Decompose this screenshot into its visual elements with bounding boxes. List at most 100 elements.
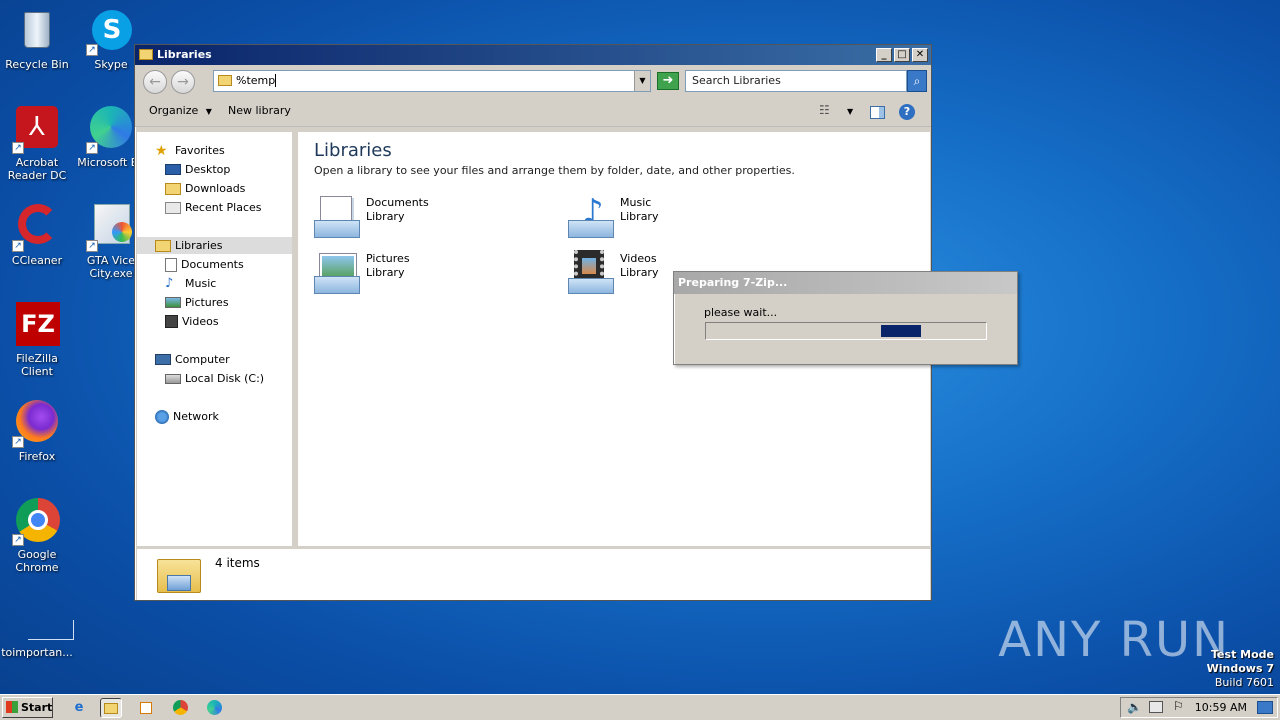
nav-label: Network bbox=[173, 410, 219, 423]
nav-item-videos[interactable]: Videos bbox=[165, 313, 219, 330]
library-type: Library bbox=[366, 266, 405, 279]
start-button[interactable]: Start bbox=[2, 697, 53, 718]
nav-item-favorites[interactable]: ★ Favorites bbox=[155, 142, 225, 159]
desktop-icon-label: Google Chrome bbox=[15, 548, 59, 574]
documents-icon bbox=[165, 257, 177, 272]
desktop-icon-acrobat[interactable]: ⅄ ↗ Acrobat Reader DC bbox=[0, 106, 74, 182]
nav-label: Recent Places bbox=[185, 201, 262, 214]
gta-icon: ↗ bbox=[86, 204, 134, 252]
desktop-icon-recycle-bin[interactable]: Recycle Bin bbox=[0, 8, 74, 71]
library-name: Music bbox=[620, 196, 652, 209]
address-dropdown-button[interactable]: ▼ bbox=[634, 71, 650, 91]
address-row: ← → %temp ▼ ➜ Search Libraries ⌕ bbox=[135, 65, 931, 95]
nav-item-documents[interactable]: Documents bbox=[165, 256, 244, 273]
view-options-icon[interactable]: ☷ bbox=[819, 103, 830, 117]
nav-item-music[interactable]: ♪ Music bbox=[165, 275, 216, 292]
library-type: Library bbox=[620, 210, 659, 223]
minimize-button[interactable]: _ bbox=[876, 48, 892, 62]
pictures-library-icon bbox=[314, 250, 360, 296]
new-library-button[interactable]: New library bbox=[228, 104, 291, 117]
music-library-icon: ♪ bbox=[568, 194, 614, 240]
flag-icon[interactable]: ⚐ bbox=[1173, 699, 1184, 713]
organize-button[interactable]: Organize ▼ bbox=[149, 104, 212, 117]
desktop-icon-label: CCleaner bbox=[11, 254, 63, 267]
nav-item-recent-places[interactable]: Recent Places bbox=[165, 199, 262, 216]
anyrun-watermark: ANY RUN bbox=[998, 612, 1230, 668]
documents-library-icon bbox=[314, 194, 360, 240]
test-mode-notice: Test Mode Windows 7 Build 7601 bbox=[1207, 648, 1274, 690]
close-button[interactable]: ✕ bbox=[912, 48, 928, 62]
nav-item-desktop[interactable]: Desktop bbox=[165, 161, 230, 178]
desktop-icon-label: FileZilla Client bbox=[16, 352, 58, 378]
view-dropdown-icon[interactable]: ▼ bbox=[847, 107, 853, 116]
test-mode-line3: Build 7601 bbox=[1214, 676, 1274, 689]
nav-item-network[interactable]: Network bbox=[155, 408, 219, 425]
preview-pane-icon[interactable] bbox=[870, 106, 885, 119]
star-icon: ★ bbox=[155, 142, 168, 159]
recycle-bin-icon bbox=[14, 8, 60, 54]
address-text: %temp bbox=[236, 74, 276, 87]
library-videos[interactable]: Videos Library bbox=[568, 250, 658, 296]
shortcut-arrow-icon: ↗ bbox=[12, 534, 24, 546]
address-bar[interactable]: %temp ▼ bbox=[213, 70, 651, 92]
maximize-button[interactable]: □ bbox=[894, 48, 910, 62]
speaker-icon[interactable]: 🔈 bbox=[1127, 700, 1142, 714]
content-subtitle: Open a library to see your files and arr… bbox=[314, 164, 795, 177]
shortcut-arrow-icon: ↗ bbox=[12, 240, 24, 252]
desktop-icon-ccleaner[interactable]: ↗ CCleaner bbox=[0, 204, 74, 267]
progress-fill bbox=[881, 325, 921, 337]
videos-icon bbox=[165, 315, 178, 328]
back-button[interactable]: ← bbox=[143, 70, 167, 94]
acrobat-icon: ⅄ ↗ bbox=[12, 106, 60, 154]
ccleaner-icon: ↗ bbox=[12, 204, 60, 252]
nav-label: Desktop bbox=[185, 163, 231, 176]
shortcut-arrow-icon: ↗ bbox=[86, 44, 98, 56]
folder-icon bbox=[139, 49, 153, 60]
desktop-icon-chrome[interactable]: ↗ Google Chrome bbox=[0, 498, 74, 574]
nav-item-pictures[interactable]: Pictures bbox=[165, 294, 229, 311]
videos-library-icon bbox=[568, 250, 614, 296]
nav-label: Videos bbox=[182, 315, 219, 328]
test-mode-line1: Test Mode bbox=[1211, 648, 1274, 661]
desktop-icon-toimportant[interactable]: toimportan... bbox=[0, 596, 74, 659]
media-player-icon[interactable] bbox=[135, 698, 157, 718]
library-music[interactable]: ♪ Music Library bbox=[568, 194, 658, 240]
nav-item-libraries[interactable]: Libraries bbox=[137, 237, 292, 254]
window-titlebar[interactable]: Libraries _ □ ✕ bbox=[135, 45, 931, 65]
recent-places-icon bbox=[165, 201, 181, 214]
nav-label: Favorites bbox=[175, 144, 225, 157]
nav-item-downloads[interactable]: Downloads bbox=[165, 180, 245, 197]
desktop-icon-label: Firefox bbox=[18, 450, 56, 463]
dialog-message: please wait... bbox=[704, 306, 778, 319]
network-icon bbox=[155, 409, 169, 424]
command-bar: Organize ▼ New library ☷ ▼ ? bbox=[135, 95, 931, 127]
library-type: Library bbox=[620, 266, 659, 279]
nav-item-computer[interactable]: Computer bbox=[155, 351, 230, 368]
go-button[interactable]: ➜ bbox=[657, 72, 679, 90]
nav-item-local-disk[interactable]: Local Disk (C:) bbox=[165, 370, 264, 387]
internet-explorer-icon[interactable]: e bbox=[68, 698, 90, 718]
desktop-icon-filezilla[interactable]: FZ FileZilla Client bbox=[0, 302, 74, 378]
start-label: Start bbox=[21, 701, 53, 714]
folder-icon bbox=[218, 75, 232, 86]
clock[interactable]: 10:59 AM bbox=[1195, 701, 1247, 714]
forward-button[interactable]: → bbox=[171, 70, 195, 94]
windows-explorer-icon[interactable] bbox=[100, 698, 122, 718]
desktop-icon bbox=[165, 164, 181, 175]
show-desktop-icon[interactable] bbox=[1257, 701, 1273, 714]
chrome-taskbar-icon[interactable] bbox=[169, 698, 191, 718]
dialog-title[interactable]: Preparing 7-Zip... bbox=[674, 272, 1017, 294]
library-type: Library bbox=[366, 210, 405, 223]
computer-icon bbox=[155, 354, 171, 365]
desktop-icon-firefox[interactable]: ↗ Firefox bbox=[0, 400, 74, 463]
help-icon[interactable]: ? bbox=[899, 104, 915, 120]
network-tray-icon[interactable] bbox=[1149, 701, 1163, 713]
library-documents[interactable]: Documents Library bbox=[314, 194, 429, 240]
search-icon[interactable]: ⌕ bbox=[907, 70, 927, 92]
music-icon: ♪ bbox=[165, 275, 174, 291]
status-bar: 4 items bbox=[137, 546, 930, 600]
edge-taskbar-icon[interactable] bbox=[203, 698, 225, 718]
search-input[interactable]: Search Libraries bbox=[685, 70, 907, 92]
library-pictures[interactable]: Pictures Library bbox=[314, 250, 410, 296]
filezilla-icon: FZ bbox=[14, 302, 60, 348]
